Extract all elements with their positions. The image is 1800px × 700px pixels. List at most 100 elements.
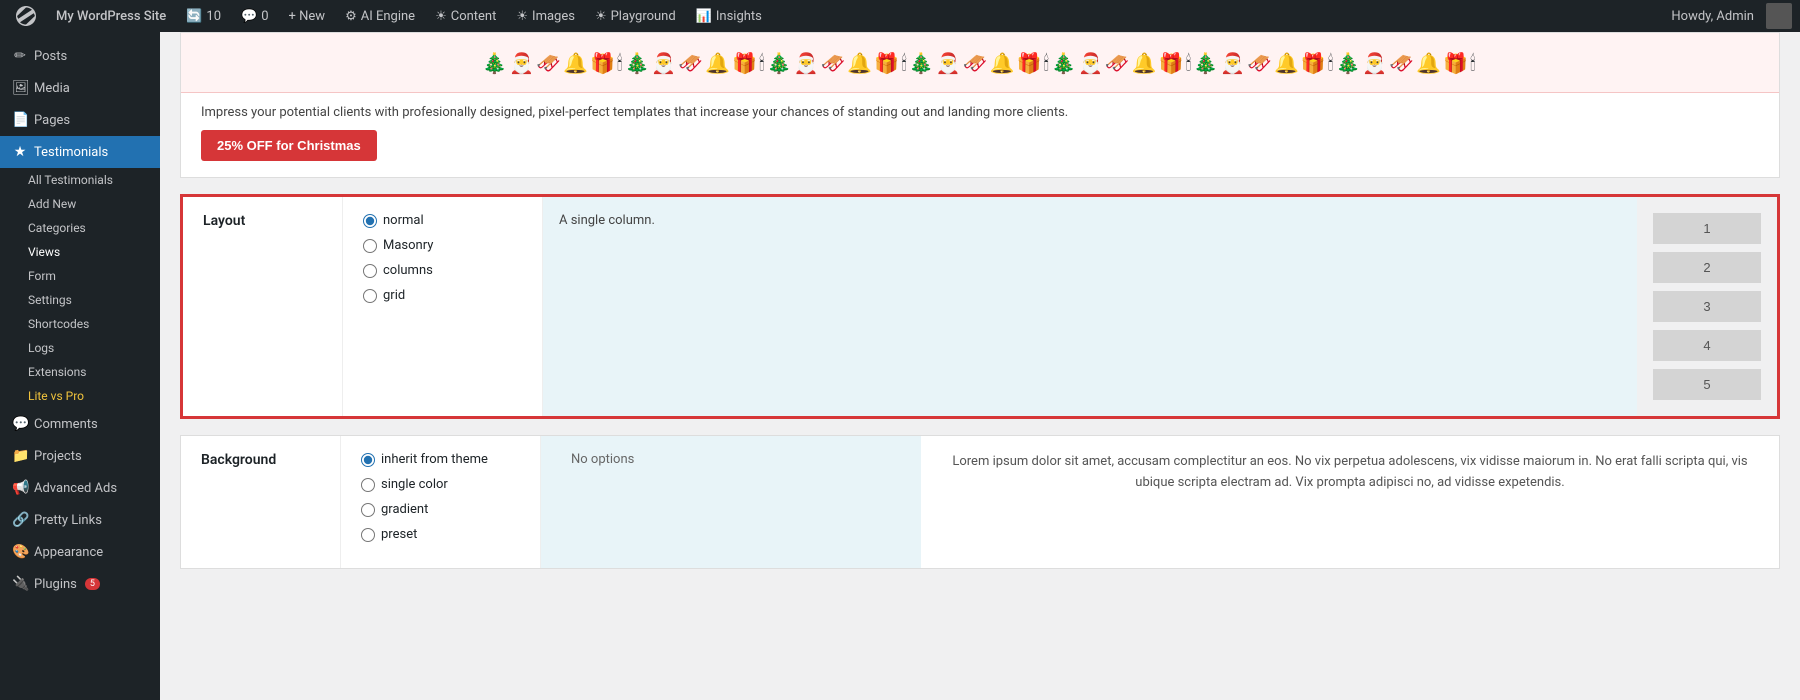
bg-option-gradient[interactable]: gradient <box>361 502 520 517</box>
bg-option-inherit[interactable]: inherit from theme <box>361 452 520 467</box>
submenu-categories[interactable]: Categories <box>0 216 160 240</box>
projects-label: Projects <box>34 449 82 464</box>
sidebar-item-advanced-ads[interactable]: 📢 Advanced Ads <box>0 472 160 504</box>
playground-label: Playground <box>611 9 676 24</box>
content-area: 🎄🎅🛷🔔🎁🕯🎄🎅🛷🔔🎁🕯🎄🎅🛷🔔🎁🕯🎄🎅🛷🔔🎁🕯🎄🎅🛷🔔🎁🕯🎄🎅🛷🔔🎁🕯🎄🎅🛷🔔… <box>160 32 1800 605</box>
submenu-settings[interactable]: Settings <box>0 288 160 312</box>
pages-label: Pages <box>34 113 70 128</box>
sidebar-item-projects[interactable]: 📁 Projects <box>0 440 160 472</box>
bg-radio-single-color[interactable] <box>361 478 375 492</box>
submenu-add-new[interactable]: Add New <box>0 192 160 216</box>
plugins-label: Plugins <box>34 577 77 592</box>
bg-radio-preset[interactable] <box>361 528 375 542</box>
user-avatar[interactable] <box>1766 3 1792 29</box>
pages-icon: 📄 <box>12 112 28 128</box>
no-options-text: No options <box>571 452 634 467</box>
images-link[interactable]: ☀ Images <box>508 0 583 32</box>
layout-columns-label: columns <box>383 263 433 278</box>
layout-radio-columns[interactable] <box>363 264 377 278</box>
images-label: Images <box>532 9 575 24</box>
layout-radio-masonry[interactable] <box>363 239 377 253</box>
bg-single-color-label: single color <box>381 477 448 492</box>
bg-preset-label: preset <box>381 527 417 542</box>
promo-button[interactable]: 25% OFF for Christmas <box>201 130 377 161</box>
sidebar-item-posts[interactable]: ✏ Posts <box>0 40 160 72</box>
bg-option-preset[interactable]: preset <box>361 527 520 542</box>
media-icon: 🖼 <box>12 80 28 96</box>
posts-label: Posts <box>34 49 67 64</box>
submenu-extensions[interactable]: Extensions <box>0 360 160 384</box>
layout-option-normal[interactable]: normal <box>363 213 522 228</box>
advanced-ads-label: Advanced Ads <box>34 481 117 496</box>
updates-count: 10 <box>206 9 221 24</box>
admin-bar: My WordPress Site 🔄 10 💬 0 + New ⚙ AI En… <box>0 0 1800 32</box>
lorem-preview: Lorem ipsum dolor sit amet, accusam comp… <box>921 436 1779 568</box>
comments-menu-label: Comments <box>34 417 98 432</box>
bg-inherit-label: inherit from theme <box>381 452 488 467</box>
column-btn-1[interactable]: 1 <box>1653 213 1761 244</box>
no-options-box: No options <box>541 436 921 568</box>
insights-icon: 📊 <box>696 9 712 24</box>
layout-grid-label: grid <box>383 288 405 303</box>
column-btn-2[interactable]: 2 <box>1653 252 1761 283</box>
background-label: Background <box>181 436 341 568</box>
sidebar-item-testimonials[interactable]: ★ Testimonials <box>0 136 160 168</box>
comments-menu-icon: 💬 <box>12 416 28 432</box>
layout-normal-label: normal <box>383 213 424 228</box>
sidebar-item-pretty-links[interactable]: 🔗 Pretty Links <box>0 504 160 536</box>
submenu-form[interactable]: Form <box>0 264 160 288</box>
column-btn-5[interactable]: 5 <box>1653 369 1761 400</box>
bg-radio-gradient[interactable] <box>361 503 375 517</box>
layout-option-masonry[interactable]: Masonry <box>363 238 522 253</box>
sidebar-item-media[interactable]: 🖼 Media <box>0 72 160 104</box>
column-btn-3[interactable]: 3 <box>1653 291 1761 322</box>
content-label: Content <box>451 9 497 24</box>
layout-options: normal Masonry columns grid <box>343 197 543 416</box>
layout-radio-normal[interactable] <box>363 214 377 228</box>
submenu-all-testimonials[interactable]: All Testimonials <box>0 168 160 192</box>
comments-icon: 💬 <box>241 9 257 24</box>
appearance-icon: 🎨 <box>12 544 28 560</box>
ai-engine-label: AI Engine <box>361 9 415 24</box>
promo-description: Impress your potential clients with prof… <box>201 105 1759 120</box>
sidebar-item-pages[interactable]: 📄 Pages <box>0 104 160 136</box>
layout-preview-text: A single column. <box>559 213 655 228</box>
sidebar-item-comments[interactable]: 💬 Comments <box>0 408 160 440</box>
comments-link[interactable]: 💬 0 <box>233 0 277 32</box>
plugins-badge: 5 <box>85 578 100 590</box>
sidebar-item-plugins[interactable]: 🔌 Plugins 5 <box>0 568 160 600</box>
playground-link[interactable]: ☀ Playground <box>587 0 684 32</box>
main-content: 🎄🎅🛷🔔🎁🕯🎄🎅🛷🔔🎁🕯🎄🎅🛷🔔🎁🕯🎄🎅🛷🔔🎁🕯🎄🎅🛷🔔🎁🕯🎄🎅🛷🔔🎁🕯🎄🎅🛷🔔… <box>160 32 1800 700</box>
background-options: inherit from theme single color gradient… <box>341 436 541 568</box>
sidebar-item-appearance[interactable]: 🎨 Appearance <box>0 536 160 568</box>
promo-body: Impress your potential clients with prof… <box>181 93 1779 177</box>
updates-link[interactable]: 🔄 10 <box>178 0 229 32</box>
content-link[interactable]: ☀ Content <box>427 0 504 32</box>
playground-icon: ☀ <box>595 9 607 24</box>
layout-section: Layout normal Masonry columns <box>180 194 1780 419</box>
wp-logo[interactable] <box>8 0 44 32</box>
bg-radio-inherit[interactable] <box>361 453 375 467</box>
advanced-ads-icon: 📢 <box>12 480 28 496</box>
layout-option-columns[interactable]: columns <box>363 263 522 278</box>
layout-radio-grid[interactable] <box>363 289 377 303</box>
plugins-icon: 🔌 <box>12 576 28 592</box>
submenu-shortcodes[interactable]: Shortcodes <box>0 312 160 336</box>
site-name[interactable]: My WordPress Site <box>48 0 174 32</box>
submenu-lite-vs-pro[interactable]: Lite vs Pro <box>0 384 160 408</box>
projects-icon: 📁 <box>12 448 28 464</box>
promo-banner: 🎄🎅🛷🔔🎁🕯🎄🎅🛷🔔🎁🕯🎄🎅🛷🔔🎁🕯🎄🎅🛷🔔🎁🕯🎄🎅🛷🔔🎁🕯🎄🎅🛷🔔🎁🕯🎄🎅🛷🔔… <box>180 32 1780 178</box>
submenu-views[interactable]: Views <box>0 240 160 264</box>
ai-engine-link[interactable]: ⚙ AI Engine <box>337 0 423 32</box>
layout-option-grid[interactable]: grid <box>363 288 522 303</box>
posts-icon: ✏ <box>12 48 28 64</box>
layout-preview: A single column. <box>543 197 1637 416</box>
column-btn-4[interactable]: 4 <box>1653 330 1761 361</box>
ai-engine-icon: ⚙ <box>345 9 357 24</box>
pretty-links-icon: 🔗 <box>12 512 28 528</box>
bg-option-single-color[interactable]: single color <box>361 477 520 492</box>
new-content-link[interactable]: + New <box>281 0 334 32</box>
insights-link[interactable]: 📊 Insights <box>688 0 770 32</box>
submenu-logs[interactable]: Logs <box>0 336 160 360</box>
comments-count: 0 <box>261 9 268 24</box>
